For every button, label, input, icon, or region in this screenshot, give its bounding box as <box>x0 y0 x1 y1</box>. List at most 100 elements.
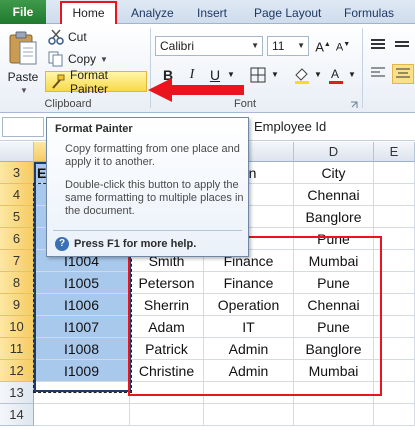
cell-department[interactable] <box>204 404 294 426</box>
format-painter-button[interactable]: Format Painter <box>45 68 147 96</box>
cell-city[interactable]: Pune <box>294 316 374 338</box>
cell-empty[interactable] <box>374 404 415 426</box>
cell-empty[interactable] <box>374 360 415 382</box>
align-middle-icon[interactable] <box>392 36 414 56</box>
column-header-e[interactable]: E <box>374 142 415 162</box>
row-header[interactable]: 14 <box>0 404 34 426</box>
cell-employee-id[interactable]: I1005 <box>34 272 130 294</box>
row-header[interactable]: 5 <box>0 206 34 228</box>
row-header[interactable]: 6 <box>0 228 34 250</box>
chevron-down-icon[interactable]: ▼ <box>347 64 357 86</box>
cell-department[interactable] <box>204 382 294 404</box>
cell-city[interactable]: Chennai <box>294 184 374 206</box>
cell-city[interactable]: Pune <box>294 272 374 294</box>
row-header[interactable]: 10 <box>0 316 34 338</box>
name-box[interactable] <box>2 117 44 137</box>
cell-empty[interactable] <box>374 250 415 272</box>
font-name-value: Calibri <box>160 39 195 53</box>
cell-city[interactable] <box>294 404 374 426</box>
cell-name[interactable]: Patrick <box>130 338 204 360</box>
cell-department[interactable]: Admin <box>204 360 294 382</box>
cell-employee-id[interactable]: I1008 <box>34 338 130 360</box>
cell-empty[interactable] <box>374 184 415 206</box>
cell-city[interactable]: Banglore <box>294 338 374 360</box>
borders-icon[interactable] <box>248 64 268 86</box>
align-top-icon[interactable] <box>368 36 390 56</box>
tab-page-layout[interactable]: Page Layout <box>254 3 321 24</box>
cell-empty[interactable] <box>374 162 415 184</box>
align-left-icon[interactable] <box>368 64 390 84</box>
svg-text:A: A <box>331 67 339 81</box>
cell-department[interactable]: IT <box>204 316 294 338</box>
cell-empty[interactable] <box>374 294 415 316</box>
cell-city[interactable] <box>294 382 374 404</box>
copy-icon <box>48 51 64 67</box>
cell-empty[interactable] <box>374 338 415 360</box>
chevron-down-icon[interactable]: ▼ <box>313 64 323 86</box>
select-all-corner[interactable] <box>0 142 34 162</box>
chevron-down-icon[interactable]: ▼ <box>20 86 28 95</box>
cell-city[interactable]: Mumbai <box>294 360 374 382</box>
tab-analyze[interactable]: Analyze <box>131 3 174 24</box>
tooltip-help-text: Press F1 for more help. <box>74 238 197 250</box>
column-header-d[interactable]: D <box>294 142 374 162</box>
row-header[interactable]: 12 <box>0 360 34 382</box>
row-header[interactable]: 13 <box>0 382 34 404</box>
scissors-icon <box>48 29 64 45</box>
align-center-icon[interactable] <box>392 64 414 84</box>
paste-label: Paste <box>7 70 39 84</box>
cell-employee-id[interactable]: I1006 <box>34 294 130 316</box>
cut-button[interactable]: Cut <box>48 28 87 46</box>
dialog-launcher-icon[interactable] <box>350 98 358 108</box>
cell-employee-id[interactable] <box>34 382 130 404</box>
cell-name[interactable]: Sherrin <box>130 294 204 316</box>
row-header[interactable]: 3 <box>0 162 34 184</box>
cell-name[interactable]: Christine <box>130 360 204 382</box>
tab-insert[interactable]: Insert <box>197 3 227 24</box>
cell-employee-id[interactable]: I1009 <box>34 360 130 382</box>
cell-empty[interactable] <box>374 316 415 338</box>
font-size-select[interactable]: 11 ▼ <box>267 36 309 56</box>
row-header[interactable]: 8 <box>0 272 34 294</box>
row-header[interactable]: 7 <box>0 250 34 272</box>
tab-home[interactable]: Home <box>60 1 117 25</box>
shrink-font-icon[interactable]: A▼ <box>334 34 352 56</box>
cell-empty[interactable] <box>374 206 415 228</box>
copy-button[interactable]: Copy ▼ <box>48 50 108 68</box>
cell-city[interactable]: Pune <box>294 228 374 250</box>
font-name-select[interactable]: Calibri ▼ <box>155 36 263 56</box>
cell-empty[interactable] <box>374 272 415 294</box>
paintbrush-icon <box>50 74 66 90</box>
tooltip-help: ? Press F1 for more help. <box>55 237 196 251</box>
cell-empty[interactable] <box>374 228 415 250</box>
grow-font-icon[interactable]: A▲ <box>314 34 332 56</box>
chevron-down-icon[interactable]: ▼ <box>100 55 108 64</box>
cell-empty[interactable] <box>374 382 415 404</box>
row-header[interactable]: 9 <box>0 294 34 316</box>
clipboard-group-label: Clipboard <box>44 98 92 110</box>
tab-formulas[interactable]: Formulas <box>344 3 394 24</box>
paste-button[interactable]: Paste ▼ <box>6 30 40 95</box>
tab-file[interactable]: File <box>0 0 46 24</box>
fill-color-icon[interactable] <box>292 64 312 86</box>
cell-department[interactable]: Finance <box>204 272 294 294</box>
row-header[interactable]: 4 <box>0 184 34 206</box>
cell-employee-id[interactable] <box>34 404 130 426</box>
tooltip-double-click-hint: Double-click this button to apply the sa… <box>65 179 244 217</box>
cell-city[interactable]: City <box>294 162 374 184</box>
row-header[interactable]: 11 <box>0 338 34 360</box>
cell-department[interactable]: Operation <box>204 294 294 316</box>
cell-name[interactable] <box>130 404 204 426</box>
cell-city[interactable]: Banglore <box>294 206 374 228</box>
cell-city[interactable]: Mumbai <box>294 250 374 272</box>
cell-name[interactable]: Adam <box>130 316 204 338</box>
chevron-down-icon[interactable]: ▼ <box>270 64 280 86</box>
cell-department[interactable]: Admin <box>204 338 294 360</box>
formula-input[interactable]: Employee Id <box>254 119 326 134</box>
cell-employee-id[interactable]: I1007 <box>34 316 130 338</box>
tooltip-divider <box>53 230 242 231</box>
cell-name[interactable] <box>130 382 204 404</box>
font-color-icon[interactable]: A <box>326 64 346 86</box>
cell-city[interactable]: Chennai <box>294 294 374 316</box>
cell-name[interactable]: Peterson <box>130 272 204 294</box>
